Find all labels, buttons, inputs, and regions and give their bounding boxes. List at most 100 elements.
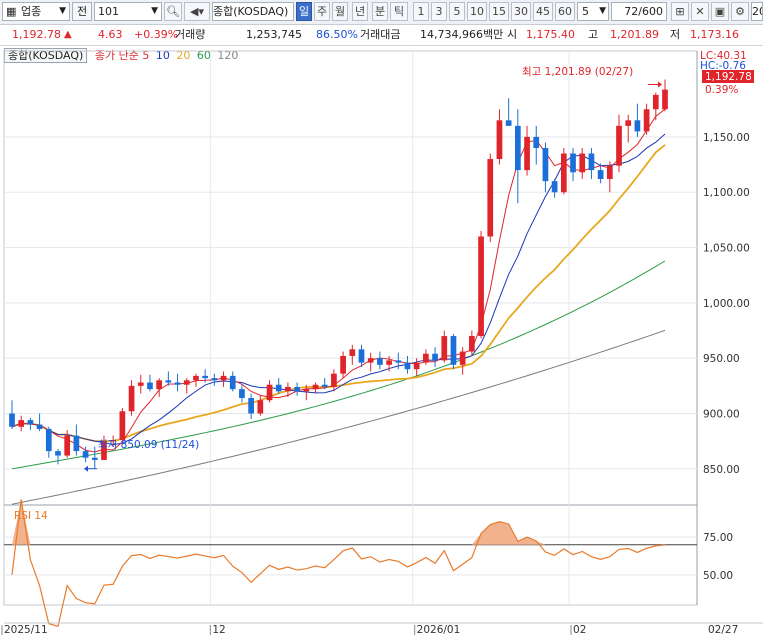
save-icon[interactable]: ▣ bbox=[711, 2, 729, 21]
x-tick-label: 2026/01 bbox=[417, 624, 461, 636]
candle bbox=[137, 382, 144, 386]
date-field[interactable]: 20 bbox=[751, 2, 763, 21]
candle bbox=[294, 386, 300, 392]
market-select[interactable]: ▦ 업종 ▼ bbox=[2, 2, 70, 21]
high-label: 고 bbox=[588, 28, 599, 41]
open-label: 시 bbox=[507, 28, 518, 41]
candle bbox=[625, 120, 632, 126]
candle bbox=[643, 109, 650, 132]
last-price-badge: 1,192.78 bbox=[705, 71, 752, 83]
ma120-line bbox=[11, 329, 666, 505]
candle bbox=[606, 165, 613, 179]
amount-label: 거래대금 bbox=[360, 28, 401, 41]
price-axis: 1,150.00 1,100.00 1,050.00 1,000.00 950.00 90… bbox=[703, 132, 750, 476]
jeon-button[interactable]: 전 bbox=[72, 2, 92, 21]
period-tick[interactable]: 틱 bbox=[390, 2, 408, 21]
candle bbox=[367, 358, 374, 363]
period-year[interactable]: 년 bbox=[352, 2, 368, 21]
candle bbox=[248, 398, 254, 414]
y-tick-label: 900.00 bbox=[703, 408, 740, 420]
price-chart[interactable]: 1,150.00 1,100.00 1,050.00 1,000.00 950.00 90… bbox=[0, 45, 763, 637]
period-month[interactable]: 월 bbox=[332, 2, 348, 21]
candle bbox=[174, 382, 181, 385]
speaker-icon[interactable]: ◀▾ bbox=[184, 2, 210, 21]
interval-5[interactable]: 5 bbox=[449, 2, 465, 21]
candle bbox=[340, 355, 346, 374]
candle bbox=[469, 336, 475, 352]
up-arrow-icon: ▲ bbox=[64, 29, 72, 40]
amount-value: 14,734,966백만 bbox=[420, 28, 504, 41]
candle bbox=[9, 413, 15, 427]
candle bbox=[588, 153, 595, 171]
candle bbox=[119, 411, 126, 441]
current-price: 1,192.78 bbox=[12, 28, 61, 41]
low-value: 1,173.16 bbox=[690, 28, 739, 41]
candle bbox=[478, 236, 484, 337]
candle bbox=[128, 385, 135, 412]
change-percent: +0.39% bbox=[134, 28, 179, 41]
candle bbox=[524, 136, 530, 171]
candle bbox=[303, 389, 310, 392]
candle bbox=[551, 181, 558, 193]
candle bbox=[514, 125, 521, 171]
rsi-overbought-fill bbox=[12, 499, 665, 545]
period-week[interactable]: 주 bbox=[314, 2, 330, 21]
period-minute[interactable]: 분 bbox=[372, 2, 388, 21]
layout-icon[interactable]: ⊞ bbox=[671, 2, 689, 21]
interval-15[interactable]: 15 bbox=[489, 2, 509, 21]
candle bbox=[487, 159, 494, 237]
interval-1[interactable]: 1 bbox=[413, 2, 429, 21]
y-tick-label: 1,150.00 bbox=[703, 132, 750, 144]
candle bbox=[229, 375, 236, 390]
chart-grid bbox=[3, 50, 698, 606]
period-day[interactable]: 일 bbox=[296, 2, 312, 21]
candle bbox=[560, 153, 567, 193]
interval-3[interactable]: 3 bbox=[431, 2, 447, 21]
count-field[interactable]: 72/600 bbox=[611, 2, 667, 21]
interval-10[interactable]: 10 bbox=[467, 2, 487, 21]
change-value: 4.63 bbox=[98, 28, 123, 41]
candle bbox=[275, 384, 282, 392]
candle bbox=[64, 435, 71, 456]
low-arrow-head bbox=[84, 465, 88, 472]
rsi-tick-label: 50.00 bbox=[703, 570, 733, 582]
candle bbox=[616, 125, 622, 166]
candle bbox=[156, 380, 163, 390]
chevron-down-icon: ▼ bbox=[59, 6, 66, 16]
candle bbox=[542, 147, 549, 182]
interval-30[interactable]: 30 bbox=[511, 2, 531, 21]
market-select-value: 업종 bbox=[21, 5, 42, 18]
candle bbox=[386, 360, 392, 365]
candle bbox=[147, 382, 153, 390]
gear-icon[interactable]: ⚙ bbox=[731, 2, 749, 21]
candle bbox=[266, 384, 273, 401]
code-input[interactable]: 101 ▼ bbox=[94, 2, 162, 21]
high-value: 1,201.89 bbox=[610, 28, 659, 41]
candle bbox=[459, 351, 466, 365]
search-icon[interactable]: 🔍︎ bbox=[164, 2, 182, 21]
rsi-tick-label: 75.00 bbox=[703, 532, 733, 544]
candle bbox=[27, 420, 34, 425]
candle bbox=[165, 380, 172, 383]
y-tick-label: 1,050.00 bbox=[703, 243, 750, 255]
candle bbox=[312, 384, 319, 390]
wand-icon[interactable]: ✕ bbox=[691, 2, 709, 21]
rsi-line bbox=[11, 499, 666, 628]
rsi-label: RSI 14 bbox=[14, 510, 48, 522]
x-tick-label: 02 bbox=[573, 624, 586, 636]
last-pct-badge: 0.39% bbox=[705, 84, 738, 96]
interval-select-value: 5 bbox=[582, 5, 589, 18]
interval-select[interactable]: 5 ▼ bbox=[577, 2, 609, 21]
chevron-down-icon: ▼ bbox=[599, 6, 606, 16]
volume-ratio: 86.50% bbox=[316, 28, 358, 41]
candle bbox=[662, 89, 668, 110]
interval-45[interactable]: 45 bbox=[533, 2, 553, 21]
low-annotation: 최저 850.09 (11/24) bbox=[98, 439, 199, 451]
ma20-line bbox=[11, 144, 666, 443]
grid-icon: ▦ bbox=[6, 5, 17, 18]
ma60-line bbox=[11, 260, 666, 470]
open-value: 1,175.40 bbox=[526, 28, 575, 41]
x-tick-label: 2025/11 bbox=[4, 624, 48, 636]
volume-value: 1,253,745 bbox=[246, 28, 302, 41]
interval-60[interactable]: 60 bbox=[555, 2, 575, 21]
